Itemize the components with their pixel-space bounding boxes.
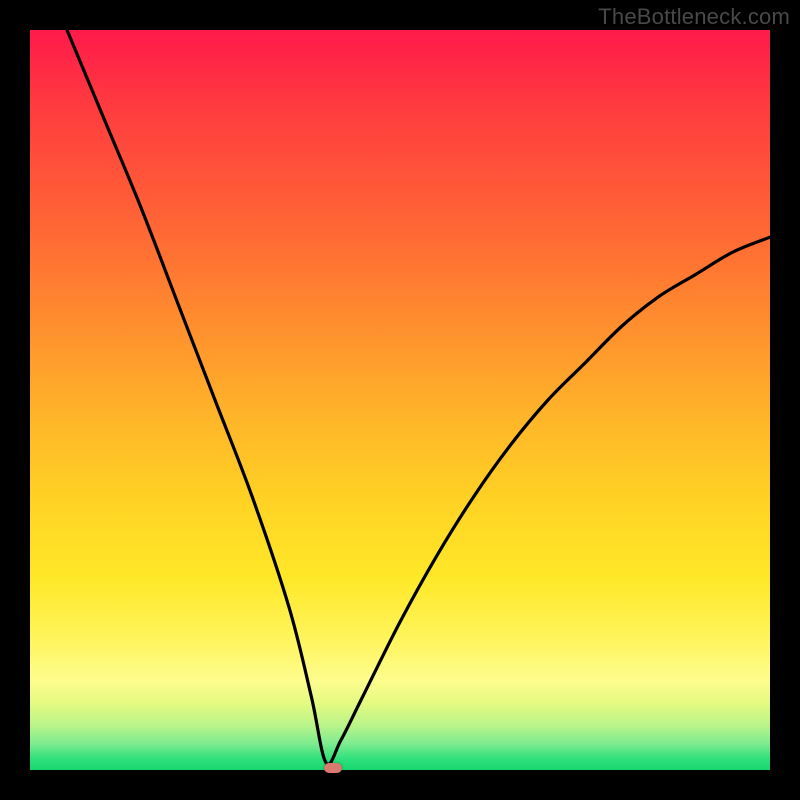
chart-frame: TheBottleneck.com — [0, 0, 800, 800]
minimum-marker — [324, 763, 342, 773]
bottleneck-curve — [30, 30, 770, 770]
watermark-text: TheBottleneck.com — [598, 4, 790, 30]
plot-area — [30, 30, 770, 770]
